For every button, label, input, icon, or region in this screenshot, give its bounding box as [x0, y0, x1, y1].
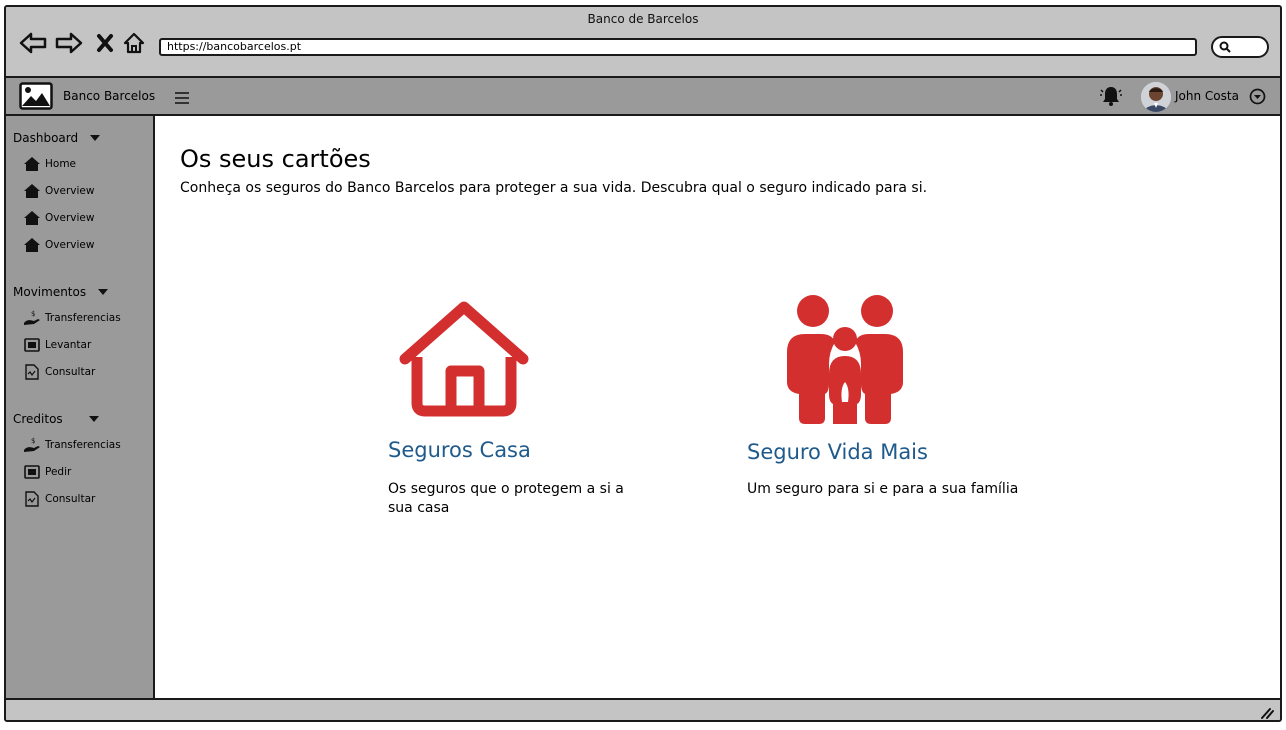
- user-name[interactable]: John Costa: [1175, 89, 1239, 103]
- sidebar-item-label: Transferencias: [45, 312, 121, 324]
- sidebar-item-levantar[interactable]: Levantar: [23, 337, 91, 353]
- card-title[interactable]: Seguro Vida Mais: [747, 440, 928, 464]
- sidebar-item-pedir[interactable]: Pedir: [23, 464, 71, 480]
- home-icon: [23, 237, 41, 253]
- sidebar-item-consultar[interactable]: Consultar: [23, 364, 95, 380]
- card-description: Um seguro para si e para a sua família: [747, 481, 1019, 497]
- sidebar: Dashboard Home Overview Overview Overvie…: [6, 116, 155, 698]
- svg-text:$: $: [31, 310, 35, 318]
- sidebar-item-label: Transferencias: [45, 439, 121, 451]
- home-icon: [23, 183, 41, 199]
- sidebar-section-label: Dashboard: [13, 131, 79, 145]
- avatar[interactable]: [1141, 82, 1171, 112]
- sidebar-item-transferencias[interactable]: $ Transferencias: [23, 310, 121, 326]
- card-description: Os seguros que o protegem a si a sua cas…: [388, 481, 624, 516]
- image-logo-icon: [19, 82, 53, 110]
- card-title[interactable]: Seguros Casa: [388, 438, 531, 462]
- back-arrow-icon[interactable]: [18, 29, 48, 57]
- sidebar-item-consultar[interactable]: Consultar: [23, 491, 95, 507]
- sidebar-section-creditos[interactable]: Creditos: [13, 412, 99, 426]
- sidebar-item-label: Overview: [45, 239, 95, 251]
- sidebar-item-label: Home: [45, 158, 77, 170]
- sidebar-item-home[interactable]: Home: [23, 156, 76, 172]
- brand-name: Banco Barcelos: [63, 89, 156, 103]
- url-input[interactable]: https://bancobarcelos.pt: [159, 38, 1197, 56]
- page-subtitle: Conheça os seguros do Banco Barcelos par…: [180, 180, 928, 196]
- search-icon: [1219, 41, 1231, 53]
- home-icon: [23, 156, 41, 172]
- sidebar-section-label: Movimentos: [13, 285, 87, 299]
- chevron-down-circle-icon[interactable]: [1249, 88, 1266, 109]
- cash-register-icon: [23, 337, 41, 353]
- forward-arrow-icon[interactable]: [54, 29, 84, 57]
- app-header: Banco Barcelos John Costa: [6, 78, 1280, 116]
- svg-text:$: $: [31, 437, 35, 445]
- notification-bell-icon[interactable]: [1099, 85, 1123, 111]
- sidebar-item-label: Overview: [45, 185, 95, 197]
- sidebar-item-overview[interactable]: Overview: [23, 183, 94, 199]
- page-title: Os seus cartões: [180, 145, 371, 173]
- sidebar-item-overview[interactable]: Overview: [23, 210, 94, 226]
- sidebar-item-overview[interactable]: Overview: [23, 237, 94, 253]
- document-chart-icon: [23, 364, 41, 380]
- close-icon[interactable]: [90, 29, 120, 57]
- caret-down-icon: [90, 135, 101, 141]
- search-button[interactable]: [1211, 36, 1269, 58]
- house-icon[interactable]: [399, 301, 529, 421]
- caret-down-icon: [88, 416, 99, 422]
- caret-down-icon: [98, 289, 109, 295]
- resize-handle-icon[interactable]: [1260, 704, 1274, 720]
- window-title: Banco de Barcelos: [587, 12, 699, 26]
- family-icon[interactable]: [785, 294, 905, 428]
- status-bar: [6, 698, 1280, 720]
- sidebar-item-transferencias[interactable]: $ Transferencias: [23, 437, 121, 453]
- sidebar-section-movimentos[interactable]: Movimentos: [13, 285, 109, 299]
- home-icon: [23, 210, 41, 226]
- browser-window: Banco de Barcelos https://bancobarcelos.…: [4, 5, 1282, 722]
- hamburger-menu-icon[interactable]: [174, 90, 190, 109]
- document-chart-icon: [23, 491, 41, 507]
- main-content: Os seus cartões Conheça os seguros do Ba…: [155, 116, 1280, 698]
- browser-chrome: Banco de Barcelos https://bancobarcelos.…: [6, 7, 1280, 78]
- cash-register-icon: [23, 464, 41, 480]
- sidebar-item-label: Consultar: [45, 493, 96, 505]
- sidebar-section-label: Creditos: [13, 412, 63, 426]
- sidebar-item-label: Overview: [45, 212, 95, 224]
- sidebar-item-label: Consultar: [45, 366, 96, 378]
- sidebar-item-label: Pedir: [45, 466, 72, 478]
- sidebar-item-label: Levantar: [45, 339, 92, 351]
- money-hand-icon: $: [23, 310, 41, 326]
- home-icon[interactable]: [119, 29, 149, 57]
- sidebar-section-dashboard[interactable]: Dashboard: [13, 131, 101, 145]
- money-hand-icon: $: [23, 437, 41, 453]
